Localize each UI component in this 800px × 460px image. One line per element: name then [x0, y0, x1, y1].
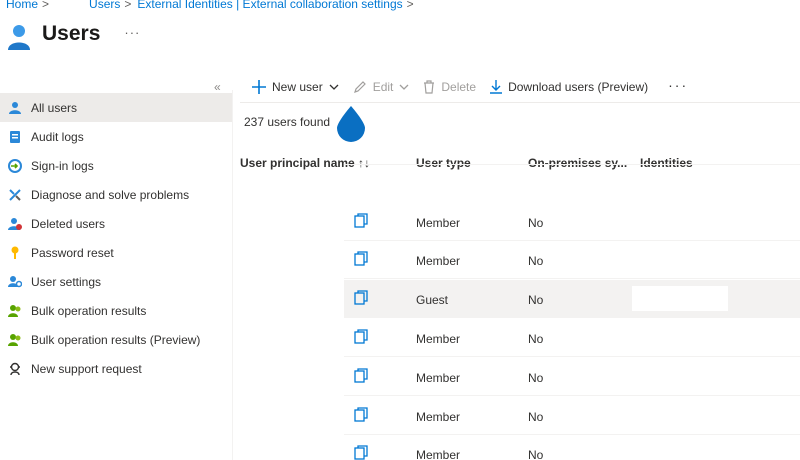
sidebar-item-password-reset[interactable]: Password reset	[0, 238, 232, 267]
deleted-users-icon	[8, 217, 22, 231]
sidebar-item-bulk-results-preview[interactable]: Bulk operation results (Preview)	[0, 325, 232, 354]
copy-icon[interactable]	[354, 445, 368, 460]
copy-icon[interactable]	[354, 407, 368, 425]
sidebar-item-label: Bulk operation results (Preview)	[31, 332, 201, 347]
more-options-button[interactable]: ···	[124, 25, 140, 40]
edit-label: Edit	[372, 80, 394, 94]
user-type-cell: Member	[416, 216, 461, 230]
chevron-right-icon: >	[42, 0, 50, 11]
on-premises-cell: No	[528, 216, 544, 230]
table-row[interactable]: Member No	[344, 241, 800, 279]
breadcrumb: Home > Users > External Identities | Externa…	[6, 0, 420, 11]
copy-icon[interactable]	[354, 290, 368, 308]
sidebar-item-user-settings[interactable]: User settings	[0, 267, 232, 296]
user-type-cell: Guest	[416, 293, 449, 307]
page-header: Users ···	[8, 20, 140, 54]
breadcrumb-home[interactable]: Home	[6, 0, 38, 11]
pencil-icon	[353, 80, 367, 94]
chevron-down-icon[interactable]	[329, 84, 339, 90]
sidebar-item-deleted-users[interactable]: Deleted users	[0, 209, 232, 238]
bulk-icon	[8, 304, 22, 318]
plus-icon	[252, 80, 266, 94]
copy-icon[interactable]	[354, 368, 368, 386]
on-premises-cell: No	[528, 410, 544, 424]
delete-label: Delete	[441, 80, 477, 94]
table-row[interactable]: Member No	[344, 203, 800, 241]
sidebar-item-new-support-request[interactable]: New support request	[0, 354, 232, 383]
on-premises-cell: No	[528, 254, 544, 268]
user-type-cell: Member	[416, 254, 461, 268]
results-count: 237 users found	[244, 115, 331, 129]
download-label: Download users (Preview)	[508, 80, 649, 94]
command-bar: New user Edit Delete Download users (Pre…	[252, 76, 688, 98]
key-icon	[8, 246, 22, 260]
user-type-cell: Member	[416, 448, 461, 460]
page-title: Users	[42, 22, 101, 45]
sidebar-item-label: Diagnose and solve problems	[31, 187, 190, 202]
table-row[interactable]: Member No	[344, 140, 800, 165]
trash-icon	[423, 80, 435, 94]
user-type-cell: Member	[416, 371, 461, 385]
sidebar-item-diagnose[interactable]: Diagnose and solve problems	[0, 180, 232, 209]
new-user-label: New user	[272, 80, 323, 94]
wrench-icon	[8, 188, 22, 202]
table-row[interactable]: Guest No	[344, 280, 800, 318]
on-premises-cell: No	[528, 371, 544, 385]
on-premises-cell: No	[528, 293, 544, 307]
user-type-cell: Member	[416, 332, 461, 346]
on-premises-cell: No	[528, 448, 544, 460]
download-users-button[interactable]: Download users (Preview)	[490, 80, 648, 94]
copy-icon[interactable]	[354, 329, 368, 347]
table-row[interactable]: Member No	[344, 435, 800, 460]
identities-cell	[632, 286, 728, 311]
sidebar-item-label: User settings	[31, 274, 102, 289]
sidebar-item-all-users[interactable]: All users	[0, 93, 232, 122]
toolbar-more-button[interactable]: ···	[668, 77, 688, 93]
copy-icon[interactable]	[354, 213, 368, 231]
sidebar-divider	[232, 90, 233, 460]
user-type-cell: Member	[416, 410, 461, 424]
collapse-sidebar-button[interactable]: «	[214, 80, 221, 94]
sidebar-item-label: Password reset	[31, 245, 114, 260]
table-row[interactable]: Member No	[344, 358, 800, 396]
breadcrumb-external-identities[interactable]: External Identities | External collabora…	[137, 0, 402, 11]
breadcrumb-users[interactable]: Users	[89, 0, 120, 11]
delete-button[interactable]: Delete	[423, 80, 476, 94]
user-icon	[8, 101, 22, 115]
bulk-preview-icon	[8, 333, 22, 347]
chevron-down-icon	[399, 84, 409, 90]
audit-logs-icon	[8, 130, 22, 144]
table-row[interactable]: Member No	[344, 397, 800, 435]
user-type-cell: Member	[416, 140, 461, 154]
new-user-button[interactable]: New user	[252, 80, 339, 94]
table-row[interactable]: Member No	[344, 319, 800, 357]
sidebar: All users Audit logs Sign-in logs Diagno…	[0, 93, 232, 383]
sidebar-item-bulk-results[interactable]: Bulk operation results	[0, 296, 232, 325]
on-premises-cell: No	[528, 140, 544, 154]
download-icon	[490, 80, 503, 94]
toolbar-divider	[240, 102, 800, 103]
cursor-drop-icon	[335, 104, 367, 145]
copy-icon[interactable]	[354, 251, 368, 269]
on-premises-cell: No	[528, 332, 544, 346]
support-icon	[8, 362, 22, 376]
chevron-right-icon: >	[124, 0, 132, 11]
user-settings-icon	[8, 275, 22, 289]
sidebar-item-label: Deleted users	[31, 216, 106, 231]
users-icon	[8, 22, 34, 52]
sidebar-item-label: New support request	[31, 361, 142, 376]
sidebar-item-label: Audit logs	[31, 129, 84, 144]
sidebar-item-label: Bulk operation results	[31, 303, 147, 318]
sidebar-item-audit-logs[interactable]: Audit logs	[0, 122, 232, 151]
edit-button[interactable]: Edit	[353, 80, 410, 94]
chevron-right-icon: >	[406, 0, 414, 11]
sidebar-item-label: All users	[31, 100, 78, 115]
